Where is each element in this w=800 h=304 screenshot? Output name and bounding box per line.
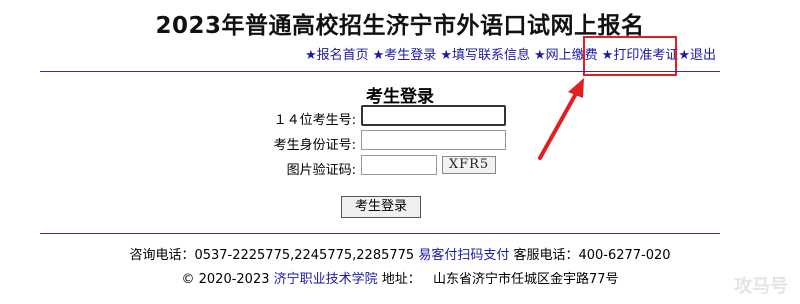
login-heading: 考生登录 <box>366 87 434 107</box>
footer-contact: 咨询电话：0537-2225775,2245775,2285775 易客付扫码支… <box>0 244 800 263</box>
id-number-input[interactable] <box>361 130 506 150</box>
copyright-text: © 2020-2023 <box>181 272 270 287</box>
student-number-label: １４位考生号: <box>273 113 356 128</box>
id-number-label: 考生身份证号: <box>273 138 356 153</box>
footer-copyright: © 2020-2023 济宁职业技术学院 地址： 山东省济宁市任城区金宇路77号 <box>0 268 800 287</box>
student-number-row: １４位考生号: <box>0 106 356 128</box>
captcha-image[interactable]: XFR5 <box>442 156 496 174</box>
service-phone-text: 客服电话：400-6277-020 <box>513 248 671 263</box>
divider <box>40 71 720 72</box>
captcha-row: 图片验证码: <box>0 156 356 178</box>
address-label: 地址： <box>381 272 421 287</box>
divider <box>40 233 720 234</box>
school-link[interactable]: 济宁职业技术学院 <box>274 272 378 287</box>
id-number-row: 考生身份证号: <box>0 131 356 153</box>
contact-phone-text: 咨询电话：0537-2225775,2245775,2285775 <box>129 248 415 263</box>
captcha-input[interactable] <box>361 155 437 175</box>
watermark: 攻马号 <box>734 276 788 297</box>
login-button[interactable]: 考生登录 <box>341 196 421 218</box>
student-number-input[interactable] <box>361 105 506 126</box>
address-text: 山东省济宁市任城区金宇路77号 <box>432 272 619 287</box>
captcha-label: 图片验证码: <box>286 163 356 178</box>
pay-link[interactable]: 易客付扫码支付 <box>418 248 509 263</box>
